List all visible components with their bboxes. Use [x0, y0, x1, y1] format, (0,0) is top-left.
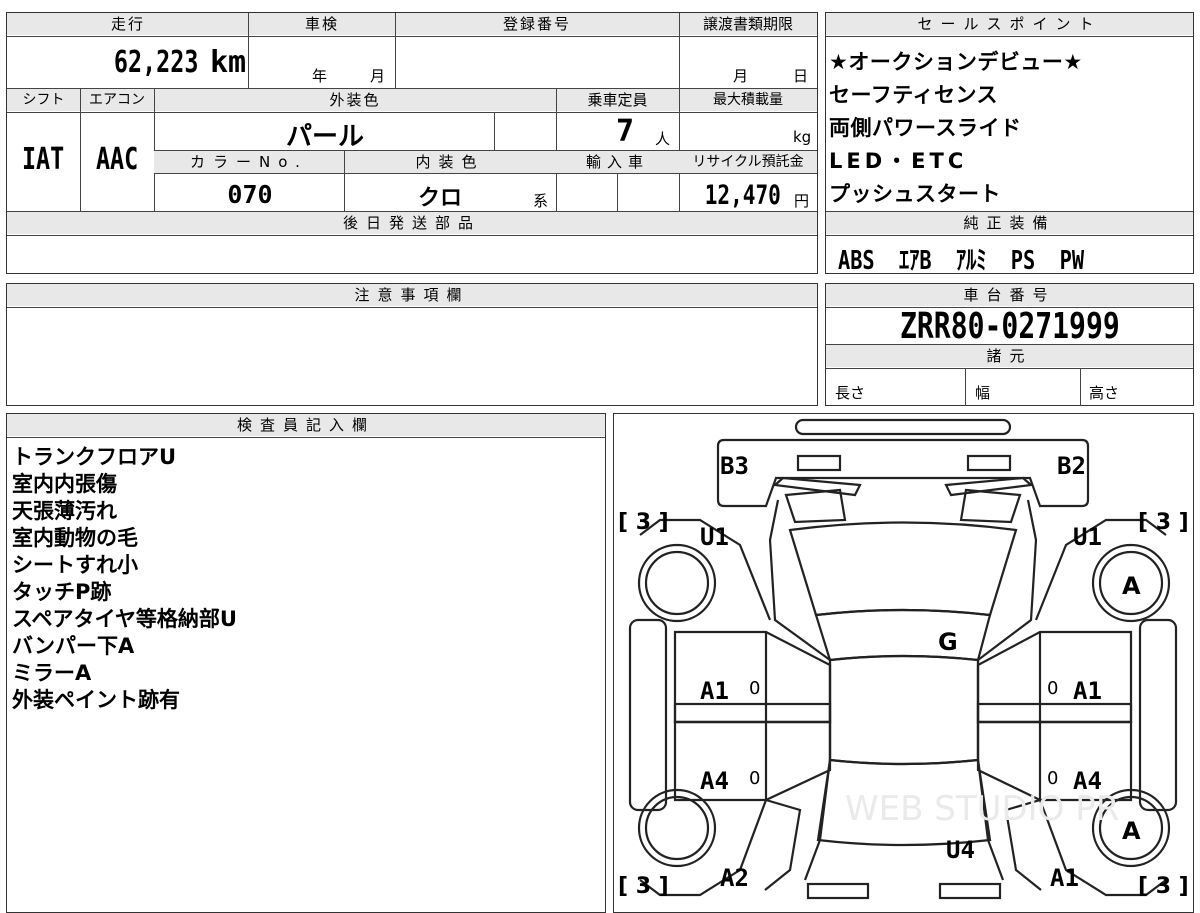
recycle-unit: 円 [794, 192, 810, 210]
inspection-header: 車検 [249, 13, 395, 35]
diagram-label-u1-right: U1 [1073, 523, 1102, 551]
inspection-month-unit: 月 [370, 67, 386, 85]
sales-points-header: セールスポイント [826, 13, 1193, 35]
diagram-label-a2: A2 [720, 864, 749, 892]
inspector-note: 天張薄汚れ [12, 499, 117, 523]
notes-header: 注意事項欄 [7, 284, 817, 306]
later-parts-header: 後日発送部品 [7, 212, 817, 234]
shift-value: IAT [22, 142, 65, 177]
inspector-header: 検査員記入欄 [7, 414, 605, 436]
sales-point-item: ★オークションデビュー★ [829, 50, 1083, 74]
inspector-note: シートすれ小 [12, 553, 138, 577]
capacity-header: 乗車定員 [556, 89, 679, 111]
tread-depth-left-top: [ 3 ] [618, 510, 669, 535]
diagram-label-u1-left: U1 [700, 523, 729, 551]
sales-point-item: 両側パワースライド [829, 116, 1022, 140]
zero-mark: 0 [749, 678, 761, 699]
recycle-header: リサイクル預託金 [679, 151, 817, 173]
zero-mark: 0 [1047, 678, 1059, 699]
color-no-value: 070 [227, 180, 273, 209]
interior-color-value: クロ [417, 186, 462, 211]
load-unit: kg [793, 128, 812, 146]
inspector-note: タッチP跡 [12, 580, 112, 604]
chassis-number: ZRR80-0271999 [899, 306, 1120, 347]
spec-height-label: 高さ [1089, 384, 1120, 402]
shift-header: シフト [7, 89, 80, 111]
exterior-color-header: 外装色 [154, 89, 556, 111]
tread-depth-left-bottom: [ 3 ] [618, 874, 669, 899]
color-no-header: カラーNo. [154, 151, 344, 173]
chassis-header: 車台番号 [826, 284, 1193, 306]
diagram-label-b3: B3 [720, 452, 749, 480]
diagram-label-g: G [938, 628, 958, 656]
inspector-note: ミラーA [12, 661, 92, 685]
tread-depth-right-bottom: [ 3 ] [1138, 874, 1189, 899]
max-load-header: 最大積載量 [679, 89, 817, 111]
genuine-equipment-value: ABS ｴｱB ｱﾙﾐ PS PW [838, 246, 1085, 276]
interior-color-header: 内装色 [344, 151, 556, 173]
zero-mark: 0 [749, 768, 761, 789]
interior-color-suffix: 系 [533, 192, 549, 210]
inspector-note: 外装ペイント跡有 [12, 688, 180, 712]
registration-header: 登録番号 [395, 13, 679, 35]
inspector-note: バンパー下A [12, 634, 135, 658]
inspector-note: トランクフロアU [12, 445, 177, 469]
genuine-equipment-header: 純正装備 [826, 212, 1193, 234]
diagram-label-a4-left: A4 [700, 767, 729, 795]
sales-point-item: セーフティセンス [829, 83, 999, 107]
exterior-color-value: パール [285, 122, 364, 152]
mileage-value: 62,223 [113, 45, 199, 80]
mileage-header: 走行 [7, 13, 249, 35]
inspector-note: 室内動物の毛 [12, 526, 138, 550]
recycle-value: 12,470 [705, 180, 782, 211]
tread-depth-right-top: [ 3 ] [1138, 510, 1189, 535]
aircon-header: エアコン [80, 89, 154, 111]
sales-point-item: LED・ETC [829, 149, 968, 173]
capacity-value: 7 [615, 114, 635, 149]
diagram-label-u4: U4 [946, 836, 975, 864]
specs-header: 諸元 [826, 345, 1193, 367]
aircon-value: AAC [95, 142, 139, 177]
sales-point-item: プッシュスタート [829, 182, 1001, 206]
wheel-label-right-top: A [1122, 572, 1141, 600]
diagram-label-a1-bottom: A1 [1050, 864, 1079, 892]
diagram-label-a1-right: A1 [1073, 677, 1102, 705]
spec-width-label: 幅 [975, 384, 991, 402]
capacity-unit: 人 [655, 130, 671, 148]
wheel-label-right-bottom: A [1122, 817, 1141, 845]
watermark-text: WEB STUDIO PR [845, 789, 1119, 829]
zero-mark: 0 [1047, 768, 1059, 789]
diagram-label-a1-left: A1 [700, 677, 729, 705]
deadline-header: 譲渡書類期限 [679, 13, 817, 35]
car-diagram: WEB STUDIO PR [628, 418, 1178, 900]
deadline-month-unit: 月 [733, 67, 749, 85]
inspector-note: スペアタイヤ等格納部U [12, 607, 237, 631]
import-header: 輸入車 [556, 151, 679, 173]
deadline-day-unit: 日 [793, 67, 809, 85]
diagram-label-b2: B2 [1057, 452, 1086, 480]
inspector-note: 室内内張傷 [12, 472, 117, 496]
inspection-year-unit: 年 [312, 67, 328, 85]
mileage-unit: km [210, 45, 247, 80]
spec-length-label: 長さ [835, 384, 866, 402]
diagram-label-a4-right: A4 [1073, 767, 1102, 795]
